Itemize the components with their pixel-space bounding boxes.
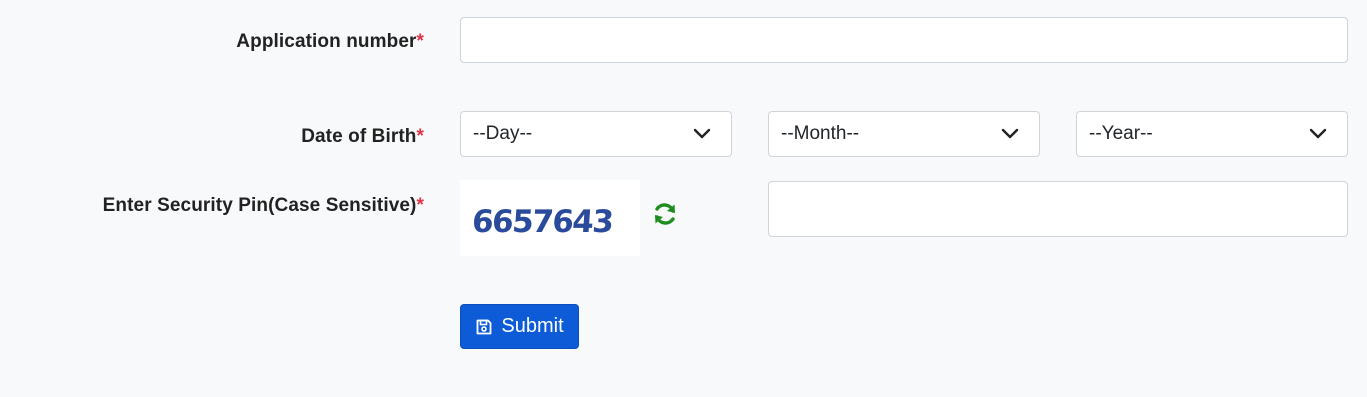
year-select[interactable]: --Year--	[1076, 111, 1348, 157]
chevron-down-icon	[1309, 128, 1327, 139]
date-of-birth-label: Date of Birth*	[301, 126, 424, 148]
security-pin-label-text: Enter Security Pin(Case Sensitive)	[102, 195, 417, 216]
day-select[interactable]: --Day--	[460, 111, 732, 157]
required-marker: *	[416, 31, 424, 52]
security-pin-label: Enter Security Pin(Case Sensitive)*	[103, 195, 424, 217]
day-select-value: --Day--	[473, 123, 533, 144]
month-select[interactable]: --Month--	[768, 111, 1040, 157]
submit-button-label: Submit	[501, 315, 564, 337]
security-pin-input[interactable]	[768, 181, 1348, 237]
chevron-down-icon	[1001, 128, 1019, 139]
required-marker: *	[416, 126, 424, 147]
year-select-value: --Year--	[1089, 123, 1153, 144]
chevron-down-icon	[693, 128, 711, 139]
required-marker: *	[416, 195, 424, 216]
save-icon	[476, 319, 492, 334]
application-number-input[interactable]	[460, 17, 1348, 63]
captcha-image: 6657643	[460, 180, 640, 256]
application-number-label: Application number*	[236, 31, 424, 53]
month-select-value: --Month--	[781, 123, 860, 144]
captcha-text: 6657643	[471, 204, 614, 240]
application-number-label-text: Application number	[236, 31, 417, 52]
date-of-birth-label-text: Date of Birth	[301, 126, 417, 147]
submit-button[interactable]: Submit	[460, 304, 579, 349]
refresh-captcha-icon[interactable]	[651, 200, 679, 228]
